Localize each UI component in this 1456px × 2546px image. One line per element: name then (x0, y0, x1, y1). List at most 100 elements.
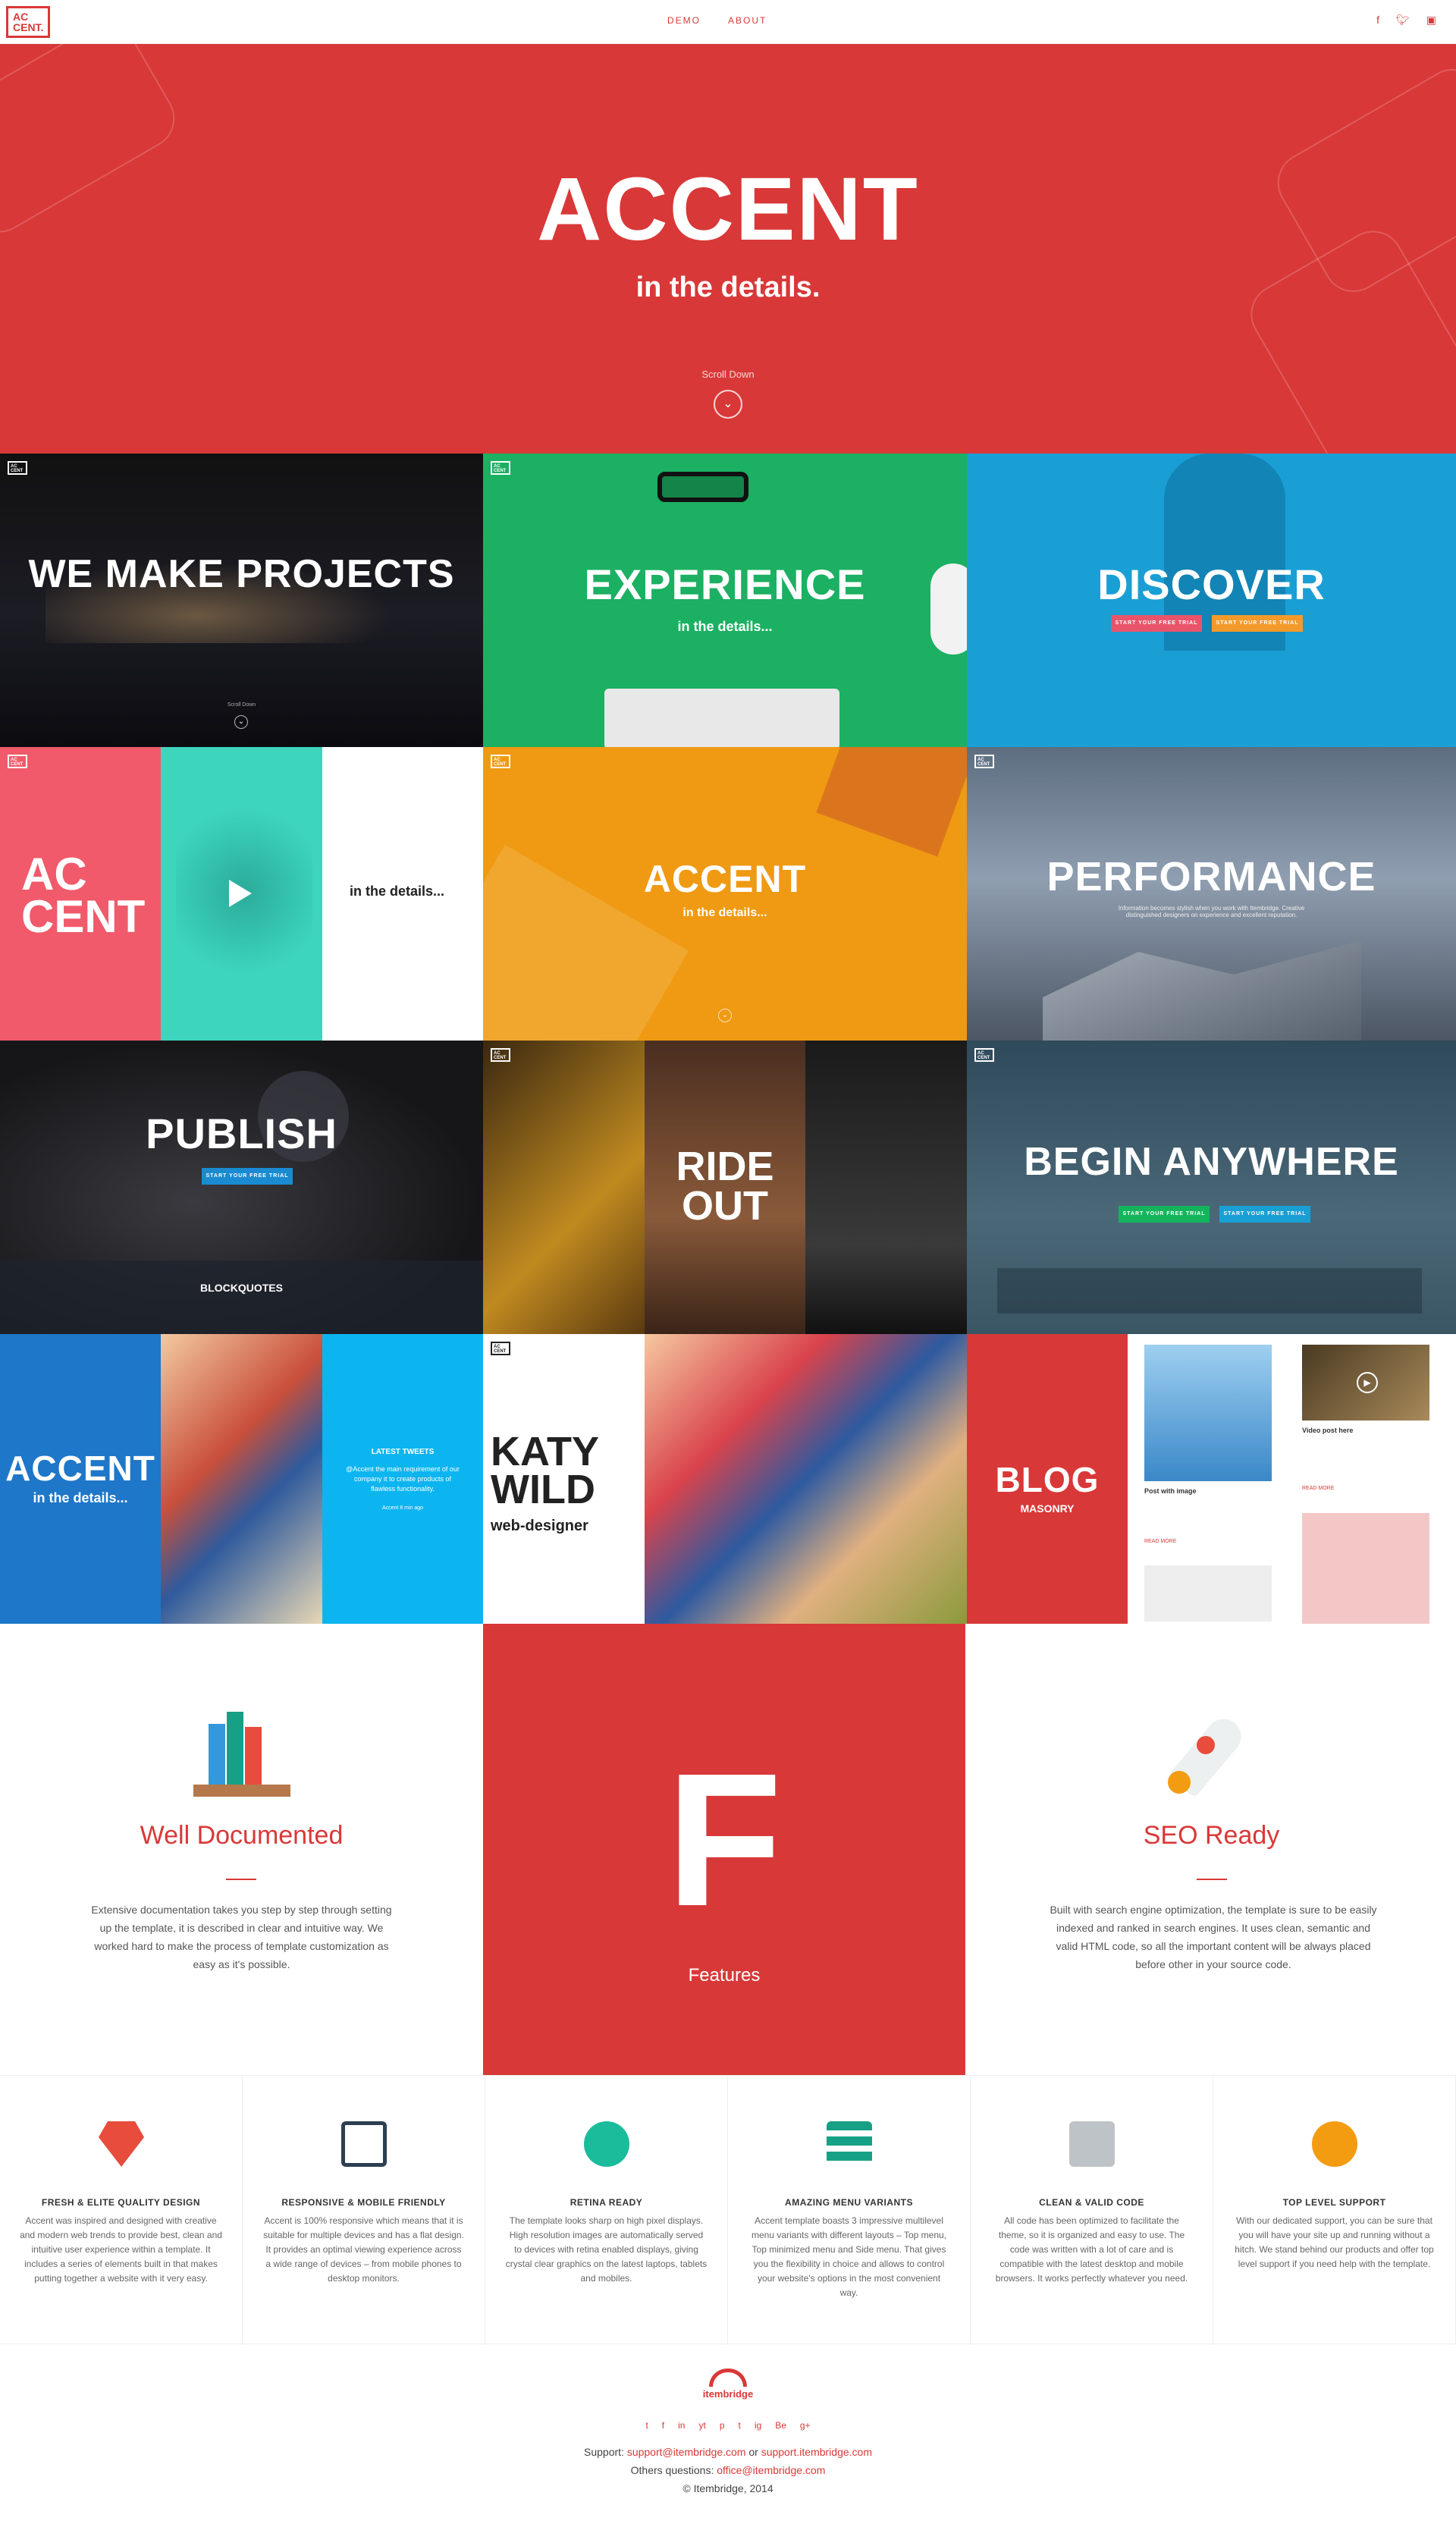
feature-card-text: Accent is 100% responsive which means th… (263, 2215, 464, 2284)
feature-card: RESPONSIVE & MOBILE FRIENDLY Accent is 10… (243, 2076, 485, 2345)
tile-title: DISCOVER (1097, 560, 1326, 608)
rocket-icon (1153, 1706, 1259, 1812)
medal-icon (1312, 2121, 1357, 2167)
tile-experience[interactable]: AC CENT EXPERIENCE in the details... (483, 454, 967, 747)
main-nav: DEMO ABOUT (667, 15, 767, 26)
blog-post-image[interactable] (1144, 1345, 1272, 1481)
play-icon[interactable] (229, 880, 252, 907)
feature-card-text: Accent template boasts 3 impressive mult… (751, 2215, 947, 2298)
features-label: Features (688, 1965, 761, 1986)
features-section: Well Documented Extensive documentation … (0, 1624, 1456, 2075)
chevron-down-icon[interactable]: ⌄ (714, 390, 742, 419)
blog-posts-panel: Post with image READ MORE ▶ Video post h… (1128, 1334, 1456, 1624)
google-plus-icon[interactable]: g+ (800, 2420, 811, 2431)
menu-icon (827, 2121, 872, 2167)
tile-title: KATY WILD (491, 1429, 599, 1512)
linkedin-icon[interactable]: in (678, 2420, 685, 2431)
blog-post-image[interactable] (1144, 1565, 1272, 1621)
trial-button[interactable]: START YOUR FREE TRIAL (1212, 615, 1303, 632)
trial-button[interactable]: START YOUR FREE TRIAL (1111, 615, 1202, 632)
tile-subtitle: in the details... (677, 619, 773, 634)
feature-title: SEO Ready (1143, 1821, 1280, 1850)
tile-title: WE MAKE PROJECTS (28, 552, 455, 596)
pinterest-icon[interactable]: p (720, 2420, 725, 2431)
logo[interactable]: AC CENT. (6, 6, 50, 38)
presentation-icon (341, 2121, 387, 2167)
others-line: Others questions: office@itembridge.com (0, 2464, 1456, 2476)
hero-section: ACCENT in the details. Scroll Down ⌄ (0, 44, 1456, 454)
feature-text: Built with search engine optimization, t… (1050, 1904, 1377, 1970)
badge-logo: AC CENT (974, 1048, 994, 1062)
books-icon (193, 1709, 292, 1800)
facebook-icon[interactable]: f (662, 2420, 664, 2431)
scroll-down-label: Scroll Down (701, 369, 755, 380)
badge-logo: AC CENT (491, 1342, 510, 1355)
badge-logo: AC CENT (491, 1048, 510, 1062)
tweet-meta: Accent 8 min ago (381, 1505, 424, 1511)
itembridge-logo-icon (709, 2369, 747, 2387)
features-center-panel: F Features (483, 1624, 965, 2075)
support-site-link[interactable]: support.itembridge.com (761, 2446, 872, 2458)
footer: itembridge t f in yt p t ig Be g+ Support: suppo… (0, 2344, 1456, 2546)
play-icon[interactable]: ▶ (1357, 1372, 1378, 1393)
read-more-link[interactable]: READ MORE (1144, 1539, 1176, 1544)
feature-card-text: Accent was inspired and designed with cr… (20, 2215, 222, 2284)
trial-button[interactable]: START YOUR FREE TRIAL (1119, 1206, 1210, 1223)
support-label: Support: (584, 2446, 624, 2458)
tile-title: ACCENT (5, 1449, 155, 1488)
feature-card-text: All code has been optimized to facilitat… (995, 2215, 1188, 2284)
trial-button[interactable]: START YOUR FREE TRIAL (202, 1168, 293, 1185)
chevron-down-icon[interactable]: ⌄ (718, 1009, 732, 1022)
tile-title: BLOG (995, 1460, 1100, 1499)
tile-we-make-projects[interactable]: AC CENT WE MAKE PROJECTS Scroll Down ⌄ (0, 454, 483, 747)
tile-ride-out[interactable]: RIDE OUT (645, 1041, 805, 1334)
youtube-icon[interactable]: yt (698, 2420, 705, 2431)
nav-about[interactable]: ABOUT (728, 15, 767, 26)
tile-discover[interactable]: DISCOVER START YOUR FREE TRIAL START YOU… (967, 454, 1456, 747)
behance-icon[interactable]: Be (775, 2420, 786, 2431)
tumblr-icon[interactable]: t (739, 2420, 741, 2431)
tile-accent-blue[interactable]: ACCENT in the details... (0, 1334, 161, 1624)
tile-title: RIDE OUT (676, 1144, 774, 1229)
tile-publish[interactable]: PUBLISH START YOUR FREE TRIAL BLOCKQUOTE… (0, 1041, 483, 1334)
badge-logo: AC CENT (8, 461, 27, 475)
office-email-link[interactable]: office@itembridge.com (717, 2464, 825, 2476)
keyboard-icon (1069, 2121, 1115, 2167)
tile-performance[interactable]: AC CENT PERFORMANCE Information becomes … (967, 747, 1456, 1041)
tile-subtitle: in the details... (33, 1490, 128, 1505)
social-links: f 🐦︎ ▣ (1376, 14, 1436, 27)
chevron-down-icon[interactable]: ⌄ (234, 715, 248, 729)
tile-title: AC CENT (21, 849, 146, 942)
feature-card: CLEAN & VALID CODE All code has been opti… (971, 2076, 1213, 2345)
feature-card-title: FRESH & ELITE QUALITY DESIGN (41, 2197, 201, 2208)
video-tile[interactable] (161, 747, 322, 1041)
tile-blog-masonry[interactable]: BLOG MASONRY (967, 1334, 1128, 1624)
tile-begin-anywhere[interactable]: AC CENT BEGIN ANYWHERE START YOUR FREE T… (967, 1041, 1456, 1334)
support-email-link[interactable]: support@itembridge.com (627, 2446, 746, 2458)
blog-post-image[interactable] (1302, 1513, 1429, 1624)
divider (226, 1879, 256, 1880)
tile-text: Information becomes stylish when you wor… (1118, 905, 1305, 918)
blog-post-title[interactable]: Post with image (1144, 1487, 1197, 1495)
tile-subtitle: web-designer (491, 1518, 588, 1534)
tile-katy-wild[interactable]: AC CENT KATY WILD web-designer (483, 1334, 645, 1624)
tile-subtitle: in the details... (682, 906, 767, 919)
nav-demo[interactable]: DEMO (667, 15, 701, 26)
badge-logo: AC CENT (974, 755, 994, 768)
tile-accent-pink[interactable]: AC CENT AC CENT (0, 747, 161, 1041)
read-more-link[interactable]: READ MORE (1302, 1486, 1334, 1491)
trial-button[interactable]: START YOUR FREE TRIAL (1219, 1206, 1310, 1223)
twitter-icon[interactable]: 🐦︎ (1396, 14, 1410, 27)
feature-card-text: The template looks sharp on high pixel d… (505, 2215, 708, 2284)
twitter-icon[interactable]: t (645, 2420, 648, 2431)
tile-title: EXPERIENCE (584, 560, 866, 608)
instagram-icon[interactable]: ▣ (1426, 14, 1436, 27)
tile-accent-orange[interactable]: AC CENT ACCENT in the details... ⌄ (483, 747, 967, 1041)
instagram-icon[interactable]: ig (755, 2420, 761, 2431)
airport-decoration (997, 1268, 1422, 1314)
blog-post-title[interactable]: Video post here (1302, 1427, 1353, 1434)
feature-card-text: With our dedicated support, you can be s… (1235, 2215, 1434, 2269)
tweets-tile: LATEST TWEETS @Accent the main requireme… (322, 1334, 483, 1624)
facebook-icon[interactable]: f (1376, 14, 1379, 27)
feature-card: AMAZING MENU VARIANTS Accent template boa… (728, 2076, 971, 2345)
